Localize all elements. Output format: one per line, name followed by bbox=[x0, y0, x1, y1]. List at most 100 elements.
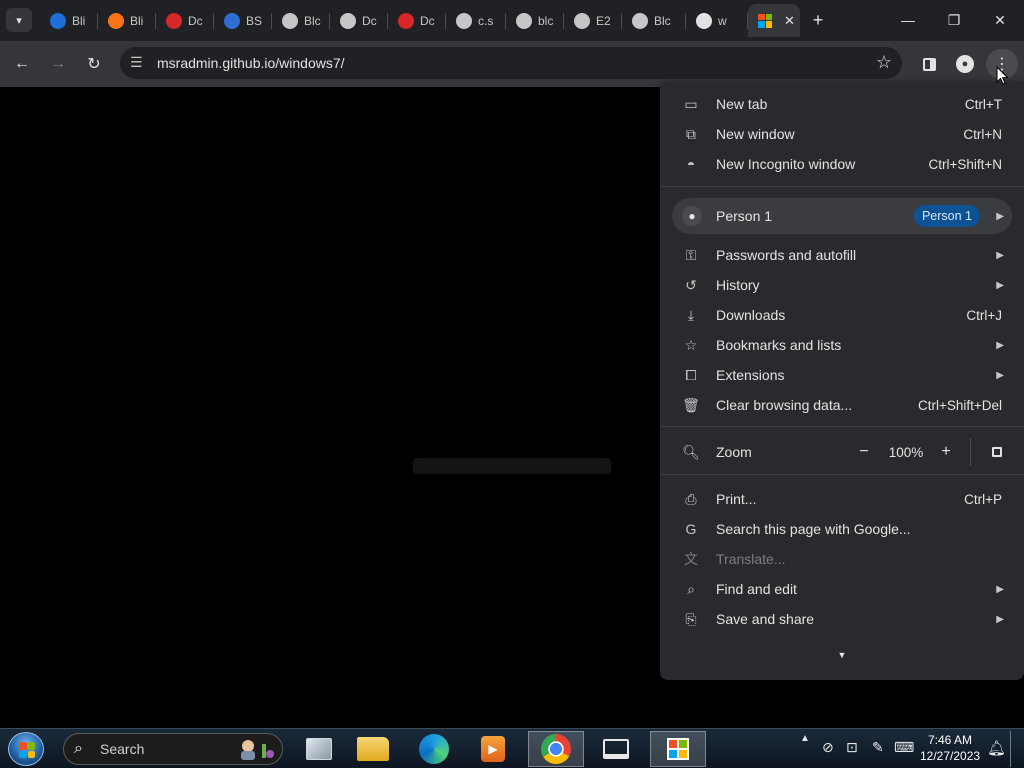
tab-10[interactable]: Blc bbox=[622, 4, 686, 37]
menu-item-new-window[interactable]: ⧉ New window Ctrl+N bbox=[660, 119, 1024, 149]
tab-5[interactable]: Dc bbox=[330, 4, 388, 37]
tab-favicon-icon bbox=[340, 12, 356, 29]
reload-button[interactable]: ↻ bbox=[81, 51, 107, 77]
menu-item-find-and-edit[interactable]: ⌕ Find and edit ▶ bbox=[660, 574, 1024, 604]
tab-6[interactable]: Dc bbox=[388, 4, 446, 37]
menu-item-label: Translate... bbox=[716, 551, 786, 567]
close-tab-icon[interactable]: ✕ bbox=[784, 13, 795, 29]
menu-item-new-incognito-window[interactable]: ◓ New Incognito window Ctrl+Shift+N bbox=[660, 149, 1024, 179]
start-button[interactable] bbox=[8, 732, 44, 766]
tab-2[interactable]: Dc bbox=[156, 4, 214, 37]
tab-favicon-icon bbox=[456, 12, 472, 29]
clock-time[interactable]: 7:46 AM bbox=[928, 733, 972, 747]
taskbar-task-view[interactable] bbox=[291, 731, 347, 767]
tab-1[interactable]: Bli bbox=[98, 4, 156, 37]
person-icon: ● bbox=[956, 55, 974, 73]
menu-item-label: New tab bbox=[716, 96, 768, 112]
fullscreen-icon bbox=[992, 447, 1002, 457]
keyboard-icon[interactable]: ⌨ bbox=[894, 739, 914, 756]
tab-title: c.s bbox=[478, 13, 494, 28]
taskbar-edge[interactable] bbox=[406, 731, 462, 767]
zoom-label: Zoom bbox=[716, 444, 752, 460]
tab-favicon-icon bbox=[224, 12, 240, 29]
media-player-icon: ▶ bbox=[481, 736, 505, 762]
menu-scroll-down-icon[interactable]: ▼ bbox=[832, 650, 852, 662]
chevron-right-icon: ▶ bbox=[996, 583, 1004, 595]
chevron-right-icon: ▶ bbox=[996, 339, 1004, 351]
menu-item-search-this-page-with-google[interactable]: G Search this page with Google... bbox=[660, 514, 1024, 544]
taskbar-file-explorer[interactable] bbox=[345, 731, 401, 767]
restore-button[interactable]: ❐ bbox=[940, 8, 968, 32]
menu-item-passwords-and-autofill[interactable]: ⚿ Passwords and autofill ▶ bbox=[660, 240, 1024, 270]
tray-overflow-icon[interactable]: ▲ bbox=[800, 733, 810, 744]
taskbar-remote-desktop[interactable] bbox=[588, 731, 644, 767]
tab-4[interactable]: Blc bbox=[272, 4, 330, 37]
back-button[interactable]: ← bbox=[9, 51, 35, 77]
new-tab-button[interactable]: + bbox=[804, 8, 832, 32]
menu-item-label: History bbox=[716, 277, 760, 293]
menu-divider bbox=[660, 186, 1024, 187]
network-icon[interactable]: ⊡ bbox=[846, 739, 858, 756]
taskbar-search-box[interactable]: ⌕ Search bbox=[63, 733, 283, 765]
close-icon: ✕ bbox=[994, 11, 1006, 28]
forward-button[interactable]: → bbox=[45, 51, 71, 77]
profile-button[interactable]: ● bbox=[952, 51, 978, 77]
side-panel-button[interactable] bbox=[916, 51, 942, 77]
search-icon: ⌕ bbox=[74, 740, 83, 757]
zoom-level: 100% bbox=[888, 444, 924, 460]
site-info-icon[interactable]: ☰ bbox=[130, 54, 143, 71]
taskbar-media-player[interactable]: ▶ bbox=[465, 731, 521, 767]
search-highlight-illustration bbox=[241, 740, 274, 760]
url-text[interactable]: msradmin.github.io/windows7/ bbox=[157, 55, 345, 71]
sync-status-icon[interactable]: ⊘ bbox=[822, 739, 834, 756]
chrome-icon bbox=[541, 734, 571, 764]
restore-icon: ❐ bbox=[947, 11, 961, 28]
tab-favicon-icon bbox=[166, 12, 182, 29]
pen-icon[interactable]: ✎ bbox=[872, 739, 884, 756]
tab-title: Blc bbox=[304, 13, 321, 28]
menu-item-downloads[interactable]: ⤓ Downloads Ctrl+J bbox=[660, 300, 1024, 330]
close-window-button[interactable]: ✕ bbox=[986, 8, 1014, 32]
menu-item-profile[interactable]: ● Person 1 Person 1 ▶ bbox=[672, 198, 1012, 234]
tab-strip: ▾ Bli Bli Dc BS Blc Dc Dc c.s blc E2 Blc w ✕ + — ❐ … bbox=[0, 0, 1024, 41]
tab-title: Bli bbox=[130, 13, 144, 28]
tab-3[interactable]: BS bbox=[214, 4, 272, 37]
menu-item-history[interactable]: ↺ History ▶ bbox=[660, 270, 1024, 300]
tab-active[interactable]: ✕ bbox=[748, 4, 800, 37]
minimize-button[interactable]: — bbox=[894, 8, 922, 32]
menu-item-clear-browsing-data[interactable]: 🗑︎ Clear browsing data... Ctrl+Shift+Del bbox=[660, 390, 1024, 420]
menu-item-new-tab[interactable]: ▭ New tab Ctrl+T bbox=[660, 89, 1024, 119]
tab-8[interactable]: blc bbox=[506, 4, 564, 37]
menu-item-bookmarks-and-lists[interactable]: ☆ Bookmarks and lists ▶ bbox=[660, 330, 1024, 360]
folder-icon bbox=[357, 737, 389, 761]
tab-11[interactable]: w bbox=[686, 4, 748, 37]
bookmark-star-icon[interactable]: ☆ bbox=[876, 52, 892, 73]
tab-favicon-icon bbox=[108, 12, 124, 29]
show-desktop-button[interactable] bbox=[1010, 731, 1022, 767]
menu-item-shortcut: Ctrl+N bbox=[963, 126, 1002, 142]
menu-item-extensions[interactable]: ⧠ Extensions ▶ bbox=[660, 360, 1024, 390]
fullscreen-button[interactable] bbox=[986, 440, 1008, 464]
tab-0[interactable]: Bli bbox=[40, 4, 98, 37]
tab-title: Dc bbox=[420, 13, 435, 28]
zoom-out-button[interactable]: − bbox=[852, 440, 876, 464]
incognito-icon: ◓ bbox=[686, 156, 696, 172]
menu-item-shortcut: Ctrl+Shift+Del bbox=[917, 397, 1002, 413]
menu-item-print[interactable]: ⎙ Print... Ctrl+P bbox=[660, 484, 1024, 514]
taskbar-chrome[interactable] bbox=[528, 731, 584, 767]
tab-9[interactable]: E2 bbox=[564, 4, 622, 37]
menu-item-zoom: 🔍︎ Zoom − 100% + bbox=[660, 436, 1024, 468]
notification-bell-icon[interactable]: 🔔︎ bbox=[987, 739, 1006, 757]
zoom-divider bbox=[970, 438, 971, 466]
menu-item-shortcut: Ctrl+J bbox=[966, 307, 1002, 323]
menu-item-label: Clear browsing data... bbox=[716, 397, 853, 413]
zoom-in-button[interactable]: + bbox=[934, 440, 958, 464]
chevron-down-icon: ▾ bbox=[16, 14, 22, 27]
menu-item-save-and-share[interactable]: ⎘ Save and share ▶ bbox=[660, 604, 1024, 634]
clock-date[interactable]: 12/27/2023 bbox=[920, 749, 980, 763]
tab-7[interactable]: c.s bbox=[446, 4, 506, 37]
taskbar-store[interactable] bbox=[650, 731, 706, 767]
address-bar[interactable]: ☰ msradmin.github.io/windows7/ ☆ bbox=[120, 47, 902, 79]
tab-search-button[interactable]: ▾ bbox=[6, 8, 32, 32]
tab-favicon-icon bbox=[398, 12, 414, 29]
